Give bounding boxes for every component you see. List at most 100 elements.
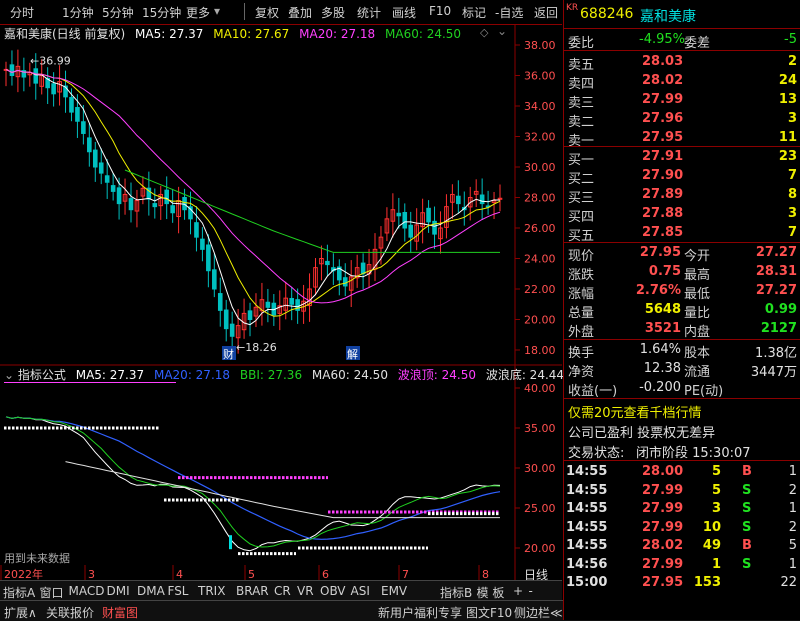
candle-body [247, 310, 253, 321]
indicator-tab[interactable]: 指标A [3, 584, 35, 601]
expand-button[interactable]: 扩展∧ [4, 604, 37, 621]
more-chevron-icon[interactable]: ▾ [214, 4, 220, 18]
indicator-tab[interactable]: 窗口 [40, 584, 64, 601]
ask-row[interactable]: 卖五 28.03 2 [564, 52, 800, 73]
bid-price: 27.85 [642, 225, 684, 240]
linked-quote-button[interactable]: 关联报价 [46, 604, 94, 621]
indicator-tab[interactable]: 指标B [440, 584, 472, 601]
tick-volume: 5 [711, 482, 721, 498]
ma10-label: MA10: 27.67 [213, 27, 290, 41]
kline-chart[interactable]: 38.00 36.00 34.00 32.00 30.00 28.00 26.00 24.00… [0, 25, 562, 580]
indicator-tab[interactable]: CR [274, 584, 291, 598]
ask-row[interactable]: 卖一 27.95 11 [564, 128, 800, 149]
tab-1min[interactable]: 1分钟 [62, 4, 94, 21]
multi-stock-button[interactable]: 多股 [321, 4, 345, 21]
tick-time: 14:56 [566, 556, 608, 572]
tick-side: S [742, 556, 752, 572]
market-tag: KR [566, 3, 579, 13]
stock-header: KR 688246 嘉和美康 [564, 3, 800, 25]
tick-price: 27.99 [642, 556, 684, 572]
indicator-tab[interactable]: + [513, 584, 523, 598]
collapse-icon[interactable]: ⌄ [497, 24, 507, 38]
ask-price: 27.99 [642, 92, 684, 107]
tab-intraday[interactable]: 分时 [10, 4, 34, 21]
bid-row[interactable]: 买五 27.85 7 [564, 223, 800, 244]
new-user-promo-link[interactable]: 新用户福利专享 [378, 604, 462, 621]
tick-side: B [742, 464, 752, 479]
stats-button[interactable]: 统计 [357, 4, 381, 21]
indicator-tab[interactable]: ASI [351, 584, 370, 598]
tick-volume: 1 [711, 556, 721, 572]
indicator-tabs-bar: 指标A 窗口 MACD DMI DMA FSL TRIX BRAR CR VR OBV ASI EMV 指… [0, 580, 562, 600]
adjust-button[interactable]: 复权 [255, 4, 279, 21]
candle-body [426, 207, 431, 223]
wealth-chart-button[interactable]: 财富图 [102, 604, 138, 621]
tick-volume: 49 [702, 538, 721, 553]
quote-value: 28.31 [755, 264, 797, 279]
indicator-tab[interactable]: BRAR [236, 584, 269, 598]
x-tick: 6 [322, 568, 329, 580]
candle-body [104, 175, 110, 183]
indicator-tab[interactable]: MACD [69, 584, 105, 598]
ind-bbi-label: BBI: 27.36 [239, 368, 303, 382]
bid-row[interactable]: 买一 27.91 23 [564, 147, 800, 168]
indicator-tab[interactable]: OBV [320, 584, 346, 598]
indicator-tab[interactable]: DMI [107, 584, 130, 598]
indicator-tab[interactable]: TRIX [198, 584, 225, 598]
ask-volume: 2 [787, 54, 797, 69]
ask-row[interactable]: 卖三 27.99 13 [564, 90, 800, 111]
back-button[interactable]: 返回 [534, 4, 558, 21]
indicator-tab[interactable]: DMA [137, 584, 165, 598]
bid-row[interactable]: 买二 27.90 7 [564, 166, 800, 187]
ask-volume: 24 [778, 73, 797, 88]
tick-count: 2 [788, 519, 797, 535]
more-menu[interactable]: 更多 [186, 4, 210, 21]
indicator-tick: 20.00 [524, 542, 556, 555]
price-tick: 38.00 [524, 39, 556, 52]
bid-price: 27.90 [642, 168, 684, 183]
tick-volume: 10 [702, 519, 721, 535]
sidebar-toggle-button[interactable]: 侧边栏≪ [514, 604, 563, 621]
ask-price: 28.02 [642, 73, 684, 88]
mark-button[interactable]: 标记 [462, 4, 486, 21]
tab-5min[interactable]: 5分钟 [102, 4, 134, 21]
bid-row[interactable]: 买四 27.88 3 [564, 204, 800, 225]
x-tick: 2022年 [4, 567, 43, 580]
f10-graphic-button[interactable]: 图文F10 [466, 604, 512, 621]
quote-value: 3521 [644, 321, 681, 336]
indicator-header: ⌄ 指标公式 MA5: 27.37 MA20: 27.18 BBI: 27.36… [4, 366, 564, 383]
candle-body [92, 149, 98, 168]
tick-row: 15:00 27.95 153 22 [564, 573, 800, 593]
ask-row[interactable]: 卖二 27.96 3 [564, 109, 800, 130]
indicator-tab[interactable]: 模 板 [477, 584, 505, 601]
f10-button[interactable]: F10 [429, 4, 451, 18]
indicator-chevron-icon[interactable]: ⌄ [4, 368, 14, 382]
ind-bbi-line [5, 416, 501, 548]
tick-price: 28.02 [642, 538, 684, 553]
indicator-tab[interactable]: FSL [168, 584, 189, 598]
candle-body [212, 269, 217, 290]
fundamental-label: 收益(一) [568, 384, 618, 399]
ask-row[interactable]: 卖四 28.02 24 [564, 71, 800, 92]
tick-count: 2 [788, 482, 797, 498]
price-tick: 36.00 [524, 70, 556, 83]
overlay-button[interactable]: 叠加 [288, 4, 312, 21]
quote-value: 0.99 [764, 302, 797, 317]
tab-15min[interactable]: 15分钟 [142, 4, 181, 21]
settings-diamond-icon[interactable]: ◇ [480, 26, 488, 39]
bid-row[interactable]: 买三 27.89 8 [564, 185, 800, 206]
draw-line-button[interactable]: 画线 [392, 4, 416, 21]
indicator-tab[interactable]: EMV [381, 584, 407, 598]
indicator-tab[interactable]: VR [297, 584, 314, 598]
indicator-tab[interactable]: - [529, 584, 533, 598]
candle-body [152, 203, 158, 208]
tick-row: 14:55 27.99 3 S 1 [564, 499, 800, 519]
candle-body [479, 194, 485, 205]
candle-body [170, 205, 175, 214]
add-watchlist-button[interactable]: -自选 [495, 4, 523, 21]
candle-body [402, 212, 408, 229]
promo-text[interactable]: 仅需20元查看千档行情 [568, 402, 702, 421]
quote-value: 0.75 [648, 264, 681, 279]
ind-ma5-label: MA5: 27.37 [75, 368, 145, 382]
promo-row[interactable]: 仅需20元查看千档行情 [564, 400, 800, 421]
